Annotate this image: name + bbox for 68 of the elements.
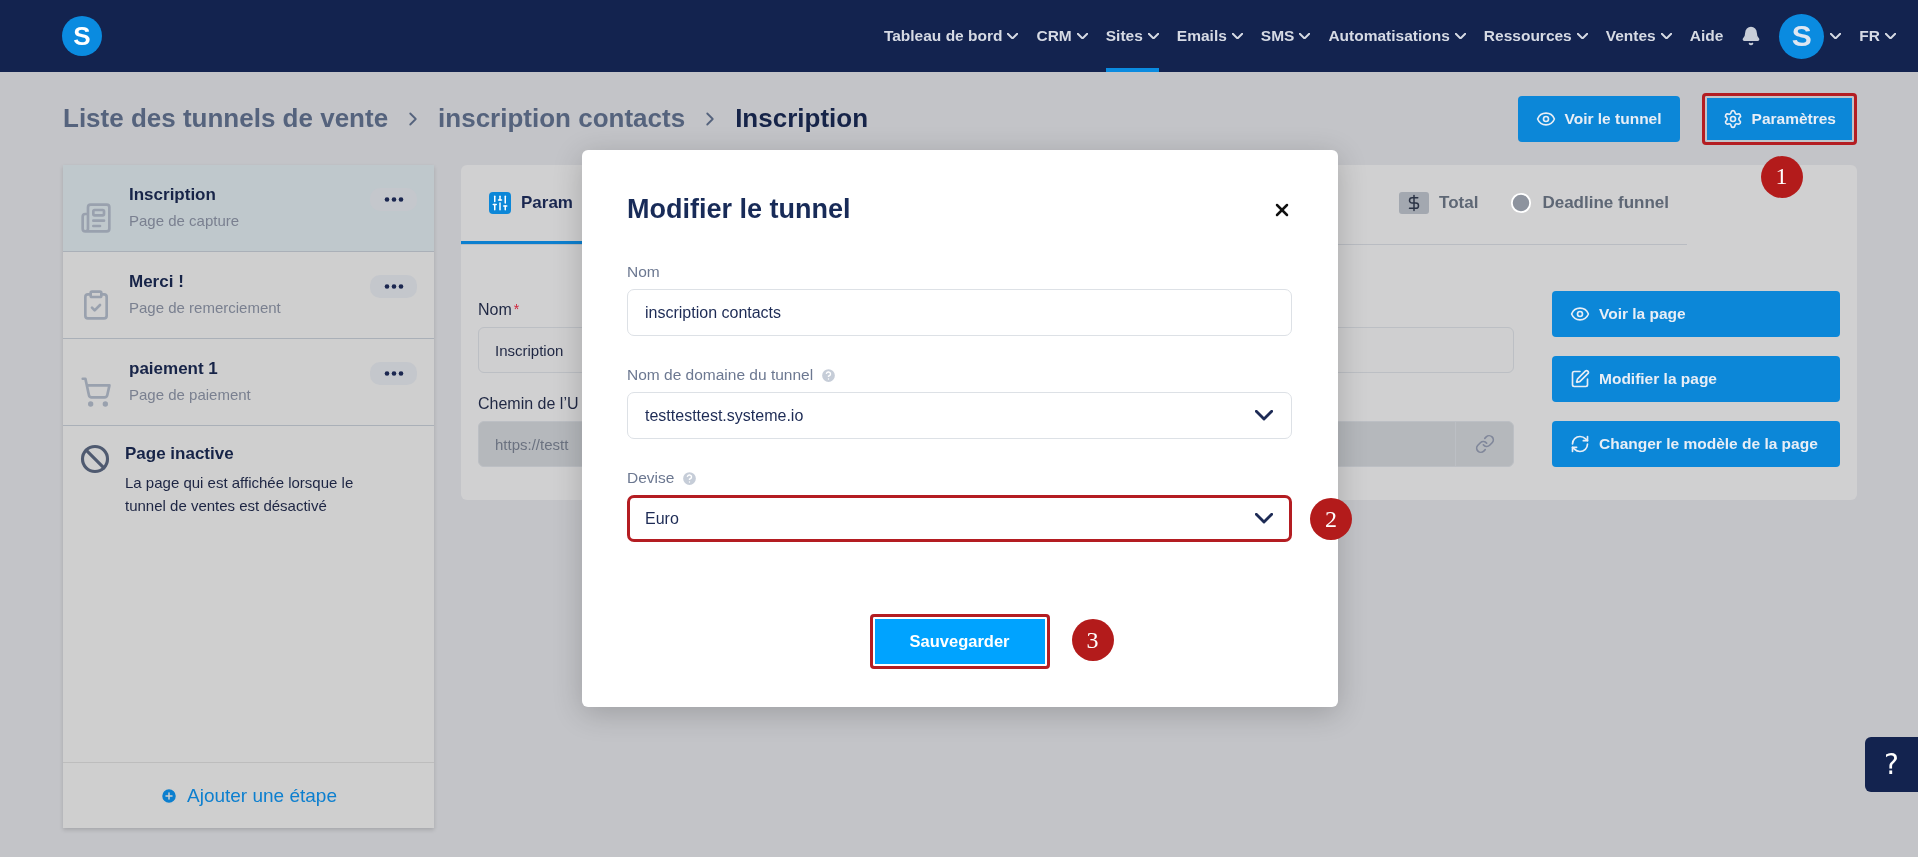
modal-title: Modifier le tunnel: [627, 194, 851, 225]
plus-icon: [160, 786, 178, 805]
required-mark: *: [513, 301, 520, 319]
step-title: paiement 1: [129, 359, 219, 379]
chevron-down-icon: [1576, 32, 1588, 40]
step-item[interactable]: Merci ! Page de remerciement: [63, 252, 434, 339]
dollar-icon: [1399, 192, 1430, 214]
step-type: Page de paiement: [129, 386, 252, 403]
chevron-down-icon: [1231, 32, 1243, 40]
chevron-down-icon: [1076, 32, 1088, 40]
ellipsis-icon: [383, 284, 404, 289]
inactive-page-title: Page inactive: [125, 444, 235, 464]
more-button[interactable]: [370, 188, 417, 211]
nav-item[interactable]: Sites: [1105, 0, 1159, 72]
gear-icon: [1722, 108, 1743, 129]
ban-icon: [80, 444, 110, 474]
chevron-down-icon: [1255, 513, 1273, 524]
inactive-page-description: La page qui est affichée lorsque le tunnel de ventes est désactivé: [125, 473, 355, 516]
help-button[interactable]: ?: [1865, 737, 1918, 792]
tab[interactable]: Total: [1391, 165, 1497, 244]
callout-badge: 2: [1310, 498, 1352, 540]
tab[interactable]: Deadline funnel: [1502, 165, 1687, 244]
nav-item[interactable]: Tableau de bord: [883, 0, 1019, 72]
field-label: Nom: [478, 301, 512, 319]
more-button[interactable]: [370, 275, 417, 298]
logo[interactable]: S: [62, 16, 102, 56]
select-field[interactable]: Euro: [627, 495, 1292, 542]
nav-item[interactable]: Aide: [1689, 0, 1724, 72]
chevron-down-icon: [1255, 410, 1273, 421]
step-title: Merci !: [129, 272, 185, 292]
sliders-icon: [489, 192, 511, 214]
field-label: Nom: [627, 263, 660, 281]
callout-badge: 1: [1760, 155, 1803, 198]
language-selector[interactable]: FR: [1859, 0, 1896, 72]
field-label: Nom de domaine du tunnel: [627, 366, 814, 384]
step-title: Inscription: [129, 185, 217, 205]
nav-item[interactable]: Automatisations: [1328, 0, 1466, 72]
step-type: Page de remerciement: [129, 299, 282, 316]
step-item[interactable]: Inscription Page de capture: [63, 165, 434, 252]
chevron-down-icon: [1007, 32, 1019, 40]
field-label: Devise: [627, 469, 675, 487]
ellipsis-icon: [383, 371, 404, 376]
breadcrumb-item: Inscription: [735, 103, 869, 134]
chevron-down-icon: [1299, 32, 1311, 40]
nav-item[interactable]: Ressources: [1483, 0, 1588, 72]
edit-icon: [1570, 369, 1590, 389]
eye-icon: [1570, 304, 1590, 324]
select-field[interactable]: testtesttest.systeme.io: [627, 392, 1292, 439]
more-button[interactable]: [370, 362, 417, 385]
nav-item[interactable]: SMS: [1260, 0, 1311, 72]
step-type: Page de capture: [129, 212, 241, 229]
nav-item[interactable]: Ventes: [1605, 0, 1672, 72]
help-icon: [681, 469, 699, 487]
step-item[interactable]: paiement 1 Page de paiement: [63, 339, 434, 426]
refresh-icon: [1570, 434, 1590, 454]
chevron-down-icon: [1830, 32, 1842, 40]
nav-item[interactable]: Emails: [1176, 0, 1243, 72]
input-field[interactable]: inscription contacts: [627, 289, 1292, 336]
chevron-down-icon: [1454, 32, 1466, 40]
chevron-down-icon: [1660, 32, 1672, 40]
ellipsis-icon: [383, 197, 404, 202]
link-icon: [1474, 434, 1495, 454]
help-icon: [820, 366, 838, 384]
callout-badge: 3: [1071, 619, 1114, 661]
chevron-down-icon: [1147, 32, 1159, 40]
nav-item[interactable]: CRM: [1036, 0, 1088, 72]
field-label: Chemin de l’U: [478, 395, 580, 413]
chevron-down-icon: [1885, 32, 1896, 40]
